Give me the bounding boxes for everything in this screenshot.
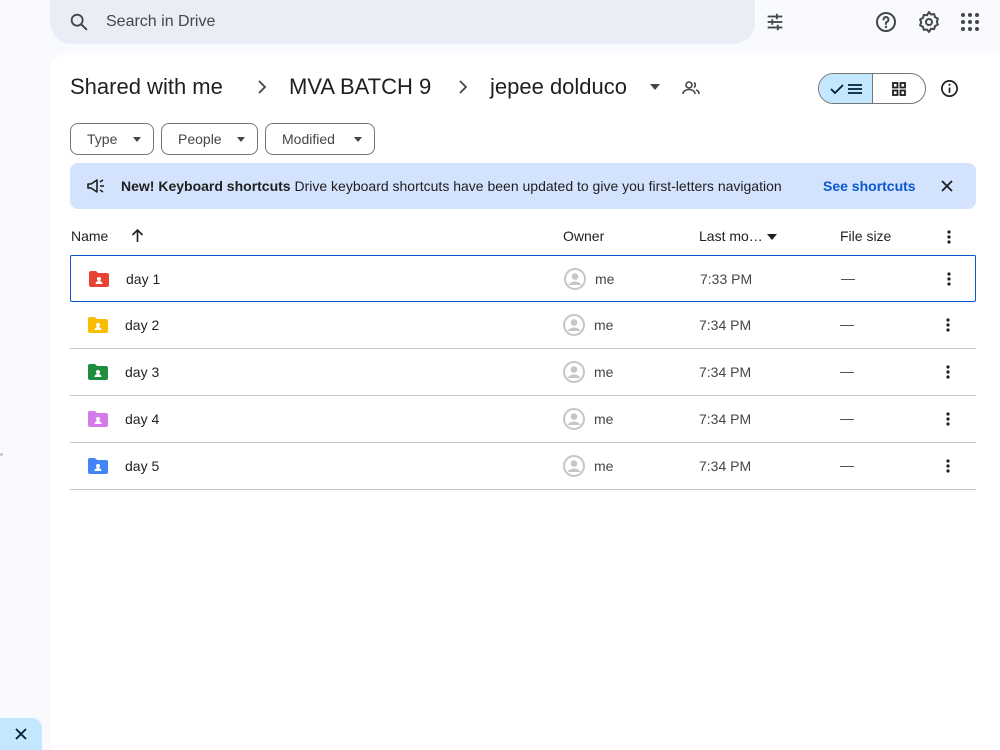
more-vert-icon[interactable]	[942, 316, 954, 334]
grid-icon	[892, 81, 906, 96]
file-size: —	[840, 363, 854, 379]
avatar	[563, 408, 585, 430]
breadcrumb-mva-batch-9[interactable]: MVA BATCH 9	[289, 74, 431, 100]
shared-folder-icon	[88, 317, 108, 333]
search-icon[interactable]	[68, 11, 90, 33]
table-row[interactable]: day 3 me 7:34 PM —	[70, 349, 976, 396]
file-modified: 7:34 PM	[699, 411, 752, 427]
avatar	[563, 314, 585, 336]
filter-type-label: Type	[87, 131, 118, 147]
breadcrumb-shared-with-me[interactable]: Shared with me	[70, 74, 223, 100]
chevron-right-icon	[258, 80, 267, 94]
table-row[interactable]: day 1 me 7:33 PM —	[70, 255, 976, 302]
view-toggle	[818, 73, 926, 104]
sort-arrow-up-icon[interactable]	[131, 228, 144, 243]
list-icon	[847, 83, 862, 94]
file-size: —	[840, 457, 854, 473]
file-size: —	[840, 410, 854, 426]
file-owner: me	[594, 411, 614, 427]
column-last-modified[interactable]: Last mo…	[699, 228, 763, 244]
file-size: —	[840, 316, 854, 332]
sidebar-edge-dot	[0, 453, 3, 456]
more-vert-icon[interactable]	[942, 363, 954, 381]
shared-folder-icon	[88, 411, 108, 427]
more-vert-icon[interactable]	[942, 457, 954, 475]
list-view-button[interactable]	[819, 74, 873, 103]
close-icon[interactable]	[939, 178, 955, 194]
file-owner: me	[594, 458, 614, 474]
avatar	[563, 455, 585, 477]
file-modified: 7:34 PM	[699, 364, 752, 380]
search-bar[interactable]: Search in Drive	[50, 0, 783, 44]
banner-message: Drive keyboard shortcuts have been updat…	[294, 178, 782, 194]
file-name[interactable]: day 3	[125, 364, 159, 380]
caret-down-icon[interactable]	[767, 234, 777, 240]
search-input[interactable]: Search in Drive	[106, 13, 215, 31]
file-name[interactable]: day 2	[125, 317, 159, 333]
caret-down-icon[interactable]	[650, 84, 660, 90]
filter-type[interactable]: Type	[70, 123, 154, 155]
column-name[interactable]: Name	[71, 228, 108, 244]
caret-down-icon	[354, 137, 362, 142]
table-row[interactable]: day 4 me 7:34 PM —	[70, 396, 976, 443]
filter-people[interactable]: People	[161, 123, 258, 155]
shared-people-icon[interactable]	[682, 80, 700, 96]
close-icon	[15, 728, 27, 740]
grid-view-button[interactable]	[873, 74, 925, 103]
check-icon	[829, 83, 844, 94]
top-bar: Search in Drive	[0, 0, 1000, 48]
close-panel-button[interactable]	[0, 718, 42, 750]
megaphone-icon	[87, 179, 104, 193]
file-owner: me	[594, 364, 614, 380]
shared-folder-icon	[89, 271, 109, 287]
file-owner: me	[595, 271, 615, 287]
filter-people-label: People	[178, 131, 222, 147]
caret-down-icon	[237, 137, 245, 142]
file-modified: 7:34 PM	[699, 458, 752, 474]
chevron-right-icon	[459, 80, 468, 94]
file-modified: 7:34 PM	[699, 317, 752, 333]
tune-icon[interactable]	[764, 11, 786, 33]
shared-folder-icon	[88, 458, 108, 474]
banner-text: New! Keyboard shortcuts Drive keyboard s…	[121, 178, 782, 194]
more-vert-icon[interactable]	[943, 270, 955, 288]
see-shortcuts-link[interactable]: See shortcuts	[823, 178, 916, 194]
keyboard-shortcuts-banner: New! Keyboard shortcuts Drive keyboard s…	[70, 163, 976, 209]
avatar	[563, 361, 585, 383]
more-vert-icon[interactable]	[942, 410, 954, 428]
file-size: —	[841, 270, 855, 286]
settings-icon[interactable]	[917, 10, 941, 34]
file-modified: 7:33 PM	[700, 271, 753, 287]
caret-down-icon	[133, 137, 141, 142]
breadcrumb-current-folder[interactable]: jepee dolduco	[490, 74, 627, 100]
column-owner[interactable]: Owner	[563, 228, 604, 244]
banner-title: New! Keyboard shortcuts	[121, 178, 291, 194]
filter-modified-label: Modified	[282, 131, 335, 147]
filter-modified[interactable]: Modified	[265, 123, 375, 155]
info-icon[interactable]	[940, 79, 959, 98]
table-row[interactable]: day 2 me 7:34 PM —	[70, 302, 976, 349]
avatar	[564, 268, 586, 290]
file-name[interactable]: day 4	[125, 411, 159, 427]
file-name[interactable]: day 5	[125, 458, 159, 474]
apps-grid-icon[interactable]	[958, 10, 982, 34]
shared-folder-icon	[88, 364, 108, 380]
table-row[interactable]: day 5 me 7:34 PM —	[70, 443, 976, 490]
column-file-size[interactable]: File size	[840, 228, 891, 244]
help-icon[interactable]	[874, 10, 898, 34]
file-owner: me	[594, 317, 614, 333]
more-vert-icon[interactable]	[943, 228, 955, 246]
file-name[interactable]: day 1	[126, 271, 160, 287]
